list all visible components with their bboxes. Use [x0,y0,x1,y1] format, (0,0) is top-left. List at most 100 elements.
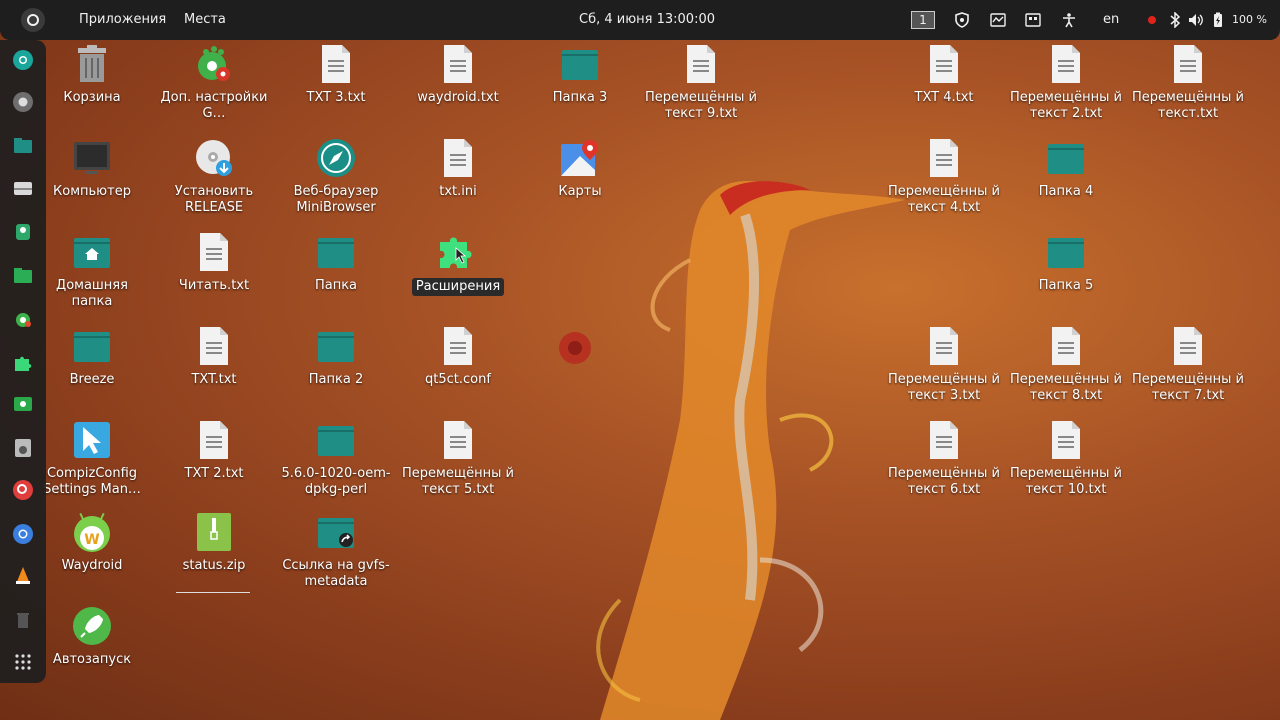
desktop-item-txt4[interactable]: TXT 4.txt [886,42,1002,106]
folder-icon [70,324,114,368]
text-file-icon [1044,418,1088,462]
apps-grid-icon[interactable] [11,650,35,674]
tweaks-icon[interactable] [11,220,35,244]
desktop-item-waydroid[interactable]: W Waydroid [34,510,150,574]
desktop-item-status-zip[interactable]: status.zip [156,510,272,574]
disc-install-icon [192,136,236,180]
chrome-icon[interactable] [11,90,35,114]
desktop-item-label: Папка 5 [1038,278,1094,293]
workspace-indicator[interactable]: 1 [911,11,935,29]
drag-indicator [176,592,250,593]
desktop-item-moved5[interactable]: Перемещённы й текст 5.txt [400,418,516,498]
desktop-item-moved10[interactable]: Перемещённы й текст 10.txt [1008,418,1124,498]
desktop-item-home[interactable]: Домашняя папка [34,230,150,310]
desktop-item-label: Домашняя папка [56,278,128,309]
desktop-item-extensions[interactable]: Расширения [400,230,516,296]
desktop-item-moved7[interactable]: Перемещённы й текст 7.txt [1130,324,1246,404]
desktop-item-moved8[interactable]: Перемещённы й текст 8.txt [1008,324,1124,404]
trash-icon[interactable] [11,608,35,632]
software-icon[interactable] [11,436,35,460]
accessibility-icon[interactable] [1061,12,1077,28]
keyboard-layout-icon[interactable] [1025,12,1041,28]
desktop-item-label: Ссылка на gvfs-metadata [282,558,390,589]
desktop-item-breeze[interactable]: Breeze [34,324,150,388]
activities-button[interactable] [21,8,45,32]
desktop-item-computer[interactable]: Компьютер [34,136,150,200]
desktop-item-folder[interactable]: Папка [278,230,394,294]
text-file-icon [1044,42,1088,86]
desktop-item-label: Автозапуск [52,652,132,667]
desktop-item-read-txt[interactable]: Читать.txt [156,230,272,294]
text-file-icon [679,42,723,86]
rocket-icon [70,604,114,648]
chromium2-icon[interactable] [11,522,35,546]
desktop-item-label: TXT 2.txt [184,466,244,481]
folder-icon [314,418,358,462]
clock[interactable]: Сб, 4 июня 13:00:00 [579,0,715,40]
desktop-item-label: Папка 3 [552,90,608,105]
waydroid-icon: W [70,510,114,554]
files-icon[interactable] [11,134,35,158]
vlc-icon[interactable] [11,564,35,588]
desktop-item-moved3[interactable]: Перемещённы й текст 3.txt [886,324,1002,404]
volume-icon[interactable] [1188,12,1204,28]
desktop-item-folder4[interactable]: Папка 4 [1008,136,1124,200]
search-icon[interactable] [11,478,35,502]
gnome-icon[interactable] [11,306,35,330]
text-file-icon [436,324,480,368]
desktop-item-label: Папка 4 [1038,184,1094,199]
text-file-icon [922,324,966,368]
desktop-item-label: Читать.txt [178,278,250,293]
desktop-item-txt[interactable]: TXT.txt [156,324,272,388]
desktop-item-moved4[interactable]: Перемещённы й текст 4.txt [886,136,1002,216]
desktop-item-moved9[interactable]: Перемещённы й текст 9.txt [643,42,759,122]
text-file-icon [192,418,236,462]
desktop-item-waydroid-txt[interactable]: waydroid.txt [400,42,516,106]
desktop-item-moved[interactable]: Перемещённы й текст.txt [1130,42,1246,122]
system-monitor-icon[interactable] [990,12,1006,28]
desktop-item-label: Перемещённы й текст 10.txt [1010,466,1122,497]
desktop-item-autostart[interactable]: Автозапуск [34,604,150,668]
dock [0,40,46,683]
text-file-icon [922,418,966,462]
desktop-item-label: 5.6.0-1020-oem-dpkg-perl [281,466,391,497]
extensions-icon[interactable] [11,350,35,374]
text-file-icon [436,136,480,180]
desktop-item-txt2[interactable]: TXT 2.txt [156,418,272,482]
desktop-item-gnome-tweaks[interactable]: Доп. настройки G… [156,42,272,122]
computer-icon [70,136,114,180]
desktop-item-moved2[interactable]: Перемещённы й текст 2.txt [1008,42,1124,122]
bluetooth-icon[interactable] [1167,12,1183,28]
desktop-item-txt-ini[interactable]: txt.ini [400,136,516,200]
places-menu[interactable]: Места [184,0,226,40]
battery-percentage[interactable]: 100 % [1232,0,1267,40]
desktop-item-folder5[interactable]: Папка 5 [1008,230,1124,294]
desktop-item-minibrowser[interactable]: Веб-браузер MiniBrowser [278,136,394,216]
text-file-icon [1166,42,1210,86]
drive-icon[interactable] [11,176,35,200]
chromium-icon[interactable] [11,48,35,72]
applications-menu[interactable]: Приложения [79,0,166,40]
desktop-item-install-release[interactable]: Установить RELEASE [156,136,272,216]
folder-icon [558,42,602,86]
desktop-item-compiz[interactable]: CompizConfig Settings Man… [34,418,150,498]
desktop-item-trash[interactable]: Корзина [34,42,150,106]
desktop-item-txt3[interactable]: TXT 3.txt [278,42,394,106]
desktop-item-folder3[interactable]: Папка 3 [522,42,638,106]
folder-icon[interactable] [11,264,35,288]
desktop-item-gvfs-link[interactable]: Ссылка на gvfs-metadata [278,510,394,590]
battery-icon[interactable] [1210,12,1226,28]
desktop-item-label: Waydroid [61,558,123,573]
zip-archive-icon [192,510,236,554]
folder-icon [314,230,358,274]
language-indicator[interactable]: en [1103,0,1119,40]
desktop-item-label: Breeze [69,372,115,387]
video-icon[interactable] [11,392,35,416]
desktop-item-moved6[interactable]: Перемещённы й текст 6.txt [886,418,1002,498]
shield-icon[interactable] [954,12,970,28]
desktop-item-maps[interactable]: Карты [522,136,638,200]
desktop-item-qt5ct[interactable]: qt5ct.conf [400,324,516,388]
desktop-item-oem-dpkg[interactable]: 5.6.0-1020-oem-dpkg-perl [278,418,394,498]
desktop-item-label: Перемещённы й текст 6.txt [888,466,1000,497]
desktop-item-folder2[interactable]: Папка 2 [278,324,394,388]
